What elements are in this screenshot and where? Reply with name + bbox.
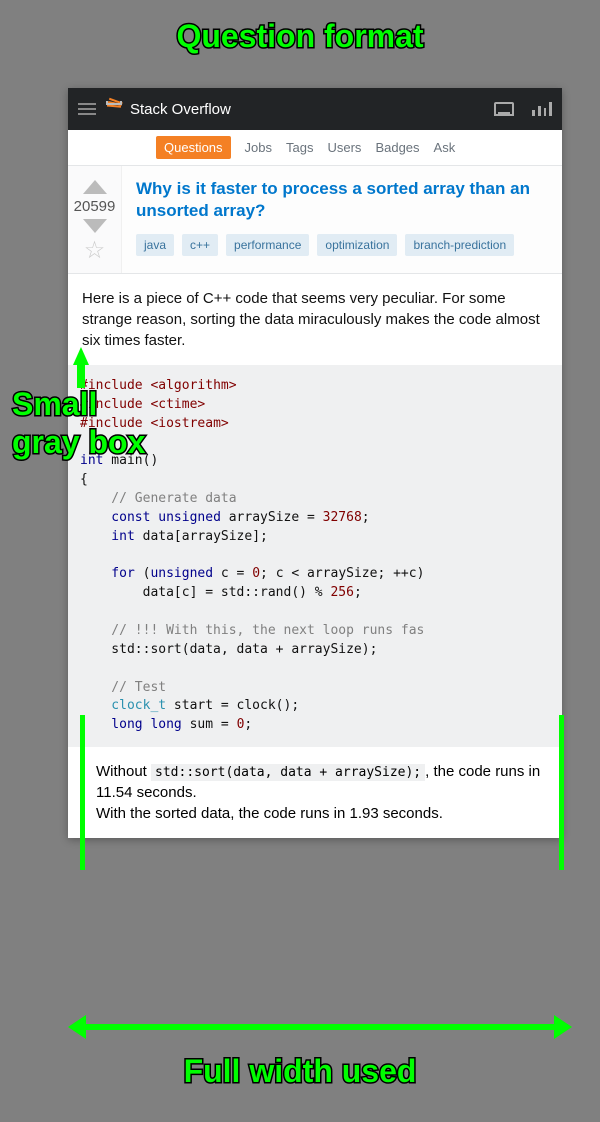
upvote-icon[interactable]	[83, 180, 107, 194]
achievements-icon[interactable]	[532, 102, 552, 116]
nav-ask[interactable]: Ask	[434, 140, 456, 155]
right-margin-marker	[559, 715, 564, 870]
nav-tags[interactable]: Tags	[286, 140, 313, 155]
tag-java[interactable]: java	[136, 234, 174, 256]
question-title[interactable]: Why is it faster to process a sorted arr…	[136, 178, 548, 222]
width-arrow-left-head	[68, 1015, 86, 1039]
annotation-top: Question format	[0, 18, 600, 55]
nav-jobs[interactable]: Jobs	[245, 140, 272, 155]
navbar: Questions Jobs Tags Users Badges Ask	[68, 130, 562, 166]
result-item-2: With the sorted data, the code runs in 1…	[96, 803, 548, 824]
nav-users[interactable]: Users	[327, 140, 361, 155]
tag-optimization[interactable]: optimization	[317, 234, 397, 256]
site-logo[interactable]: Stack Overflow	[106, 99, 231, 119]
vote-column: 20599 ☆	[68, 166, 122, 273]
question-header: 20599 ☆ Why is it faster to process a so…	[68, 166, 562, 274]
favorite-icon[interactable]: ☆	[72, 239, 117, 263]
tag-list: java c++ performance optimization branch…	[136, 234, 548, 256]
tag-branch-prediction[interactable]: branch-prediction	[405, 234, 514, 256]
inbox-icon[interactable]	[494, 102, 514, 116]
nav-questions[interactable]: Questions	[156, 136, 231, 159]
downvote-icon[interactable]	[83, 219, 107, 233]
nav-badges[interactable]: Badges	[375, 140, 419, 155]
annotation-bottom: Full width used	[0, 1053, 600, 1090]
site-name: Stack Overflow	[130, 101, 231, 118]
small-arrow-tail	[77, 363, 85, 388]
result-item-1: Without std::sort(data, data + arraySize…	[96, 761, 548, 803]
code-block: #include <algorithm> #include <ctime> #i…	[68, 365, 562, 747]
tag-cpp[interactable]: c++	[182, 234, 218, 256]
inline-code: std::sort(data, data + arraySize);	[151, 764, 425, 781]
topbar: Stack Overflow	[68, 88, 562, 130]
width-arrow-bar	[85, 1024, 555, 1030]
left-margin-marker	[80, 715, 85, 870]
width-arrow-right-head	[554, 1015, 572, 1039]
screenshot-frame: Stack Overflow Questions Jobs Tags Users…	[68, 88, 562, 838]
question-main: Why is it faster to process a sorted arr…	[122, 166, 562, 273]
tag-performance[interactable]: performance	[226, 234, 309, 256]
question-body: Here is a piece of C++ code that seems v…	[68, 274, 562, 747]
result-list: Without std::sort(data, data + arraySize…	[68, 757, 562, 838]
vote-score: 20599	[72, 198, 117, 215]
intro-paragraph: Here is a piece of C++ code that seems v…	[82, 288, 548, 351]
menu-icon[interactable]	[78, 103, 96, 115]
